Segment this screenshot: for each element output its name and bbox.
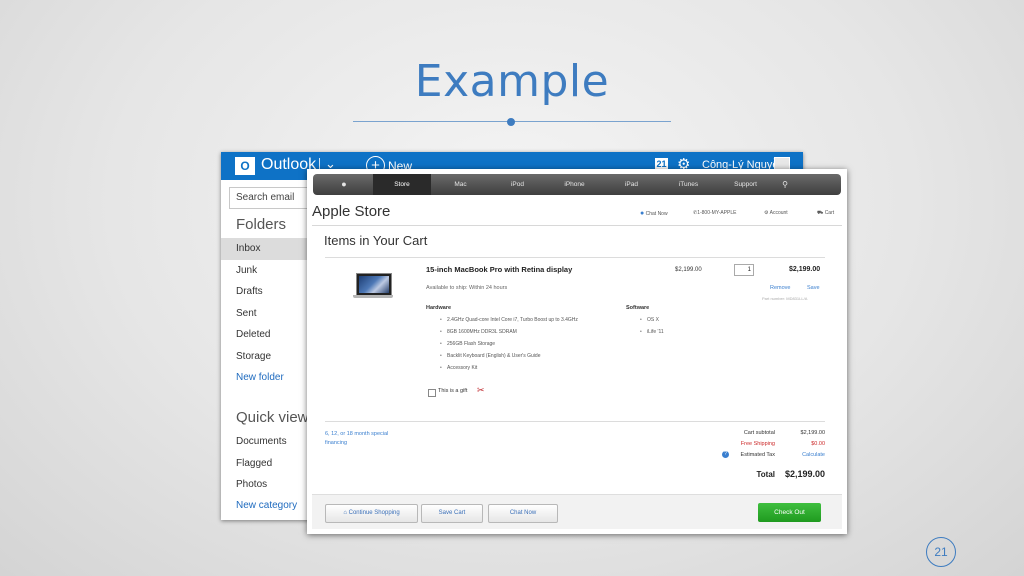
- quick-view-photos[interactable]: Photos: [236, 479, 267, 490]
- hardware-item: Accessory Kit: [440, 365, 477, 371]
- check-out-button[interactable]: Check Out: [758, 503, 821, 522]
- cart-link[interactable]: ⛟ Cart: [817, 210, 834, 217]
- quick-view-flagged[interactable]: Flagged: [236, 458, 272, 469]
- divider: [312, 225, 842, 226]
- software-item: OS X: [640, 317, 659, 323]
- apple-logo-icon[interactable]: ●: [329, 174, 359, 195]
- nav-mac[interactable]: Mac: [433, 174, 488, 195]
- search-input[interactable]: Search email: [229, 187, 317, 209]
- home-icon: ⌂: [343, 510, 347, 516]
- cart-heading: Items in Your Cart: [324, 233, 428, 248]
- folder-sent[interactable]: Sent: [236, 308, 257, 319]
- product-image-wallpaper: [359, 276, 389, 293]
- store-heading: Apple Store: [312, 203, 391, 220]
- folder-storage[interactable]: Storage: [236, 351, 271, 362]
- folder-inbox[interactable]: Inbox: [236, 243, 260, 254]
- subtotal-label: Cart subtotal: [743, 430, 775, 436]
- software-item: iLife '11: [640, 329, 664, 335]
- gear-icon: ⚙: [764, 210, 769, 216]
- divider: [325, 421, 825, 422]
- chat-now-label: Chat Now: [645, 211, 668, 217]
- calculate-tax-link[interactable]: Calculate: [780, 452, 825, 458]
- subtotal-value: $2,199.00: [800, 430, 825, 436]
- gift-label: This is a gift: [438, 388, 468, 394]
- store-nav-bar: ● Store Mac iPod iPhone iPad iTunes Supp…: [313, 174, 841, 195]
- hardware-heading: Hardware: [426, 305, 452, 311]
- selected-folder-highlight: [221, 238, 307, 260]
- hardware-item: Backlit Keyboard (English) & User's Guid…: [440, 353, 540, 359]
- quick-view-documents[interactable]: Documents: [236, 436, 287, 447]
- total-label: Total: [756, 470, 775, 479]
- nav-ipad[interactable]: iPad: [604, 174, 659, 195]
- new-category-link[interactable]: New category: [236, 500, 297, 511]
- phone-link[interactable]: ✆1-800-MY-APPLE: [693, 210, 736, 216]
- gift-ribbon-icon: ✂: [477, 385, 485, 395]
- new-folder-link[interactable]: New folder: [236, 372, 284, 383]
- outlook-logo-icon[interactable]: O: [235, 157, 255, 175]
- continue-shopping-label: Continue Shopping: [348, 510, 400, 516]
- chat-now-button[interactable]: Chat Now: [488, 504, 558, 523]
- product-image-base: [353, 295, 393, 298]
- shipping-label: Free Shipping: [740, 441, 775, 447]
- folder-drafts[interactable]: Drafts: [236, 286, 263, 297]
- page-number: 21: [926, 537, 956, 567]
- cart-icon: ⛟: [817, 210, 824, 216]
- unit-price: $2,199.00: [675, 267, 702, 273]
- chat-icon: ●: [640, 210, 645, 217]
- availability: Available to ship: Within 24 hours: [426, 285, 508, 291]
- continue-shopping-button[interactable]: ⌂ Continue Shopping: [325, 504, 418, 523]
- total-value: $2,199.00: [784, 469, 825, 479]
- hardware-item: 2.4GHz Quad-core Intel Core i7, Turbo Bo…: [440, 317, 578, 323]
- save-link[interactable]: Save: [807, 285, 820, 291]
- line-total: $2,199.00: [789, 266, 821, 273]
- product-image-screen: [356, 273, 392, 296]
- nav-store[interactable]: Store: [373, 174, 431, 195]
- shipping-value: $0.00: [811, 441, 825, 447]
- folders-heading: Folders: [236, 216, 287, 233]
- account-link[interactable]: ⚙ Account: [764, 210, 788, 216]
- hardware-item: 256GB Flash Storage: [440, 341, 495, 347]
- cart-label: Cart: [824, 210, 835, 216]
- tax-label: Estimated Tax: [740, 452, 775, 458]
- apple-store-window: ● Store Mac iPod iPhone iPad iTunes Supp…: [307, 169, 847, 534]
- nav-support[interactable]: Support: [718, 174, 773, 195]
- remove-link[interactable]: Remove: [770, 285, 790, 291]
- phone-label: 1-800-MY-APPLE: [697, 210, 737, 216]
- slide-title: Example: [414, 56, 610, 107]
- nav-ipod[interactable]: iPod: [490, 174, 545, 195]
- product-title[interactable]: 15-inch MacBook Pro with Retina display: [426, 265, 572, 274]
- quantity-field[interactable]: 1: [734, 264, 754, 276]
- folder-deleted[interactable]: Deleted: [236, 329, 270, 340]
- hardware-item: 8GB 1600MHz DDR3L SDRAM: [440, 329, 517, 335]
- account-label: Account: [769, 210, 788, 216]
- part-number: Part number: MD831LL/A: [762, 296, 808, 301]
- save-cart-button[interactable]: Save Cart: [421, 504, 483, 523]
- software-heading: Software: [626, 305, 650, 311]
- title-divider-dot: [507, 118, 515, 126]
- nav-itunes[interactable]: iTunes: [661, 174, 716, 195]
- folder-junk[interactable]: Junk: [236, 265, 257, 276]
- cart-footer: ⌂ Continue Shopping Save Cart Chat Now C…: [312, 494, 842, 529]
- product-image[interactable]: [353, 273, 393, 298]
- chat-now-link[interactable]: ● Chat Now: [640, 210, 668, 217]
- search-icon[interactable]: ⚲: [775, 174, 795, 195]
- financing-link[interactable]: 6, 12, or 18 month special financing: [325, 430, 405, 448]
- nav-iphone[interactable]: iPhone: [547, 174, 602, 195]
- quick-views-heading: Quick views: [236, 409, 317, 426]
- divider: [325, 257, 825, 258]
- gift-checkbox[interactable]: [428, 389, 436, 397]
